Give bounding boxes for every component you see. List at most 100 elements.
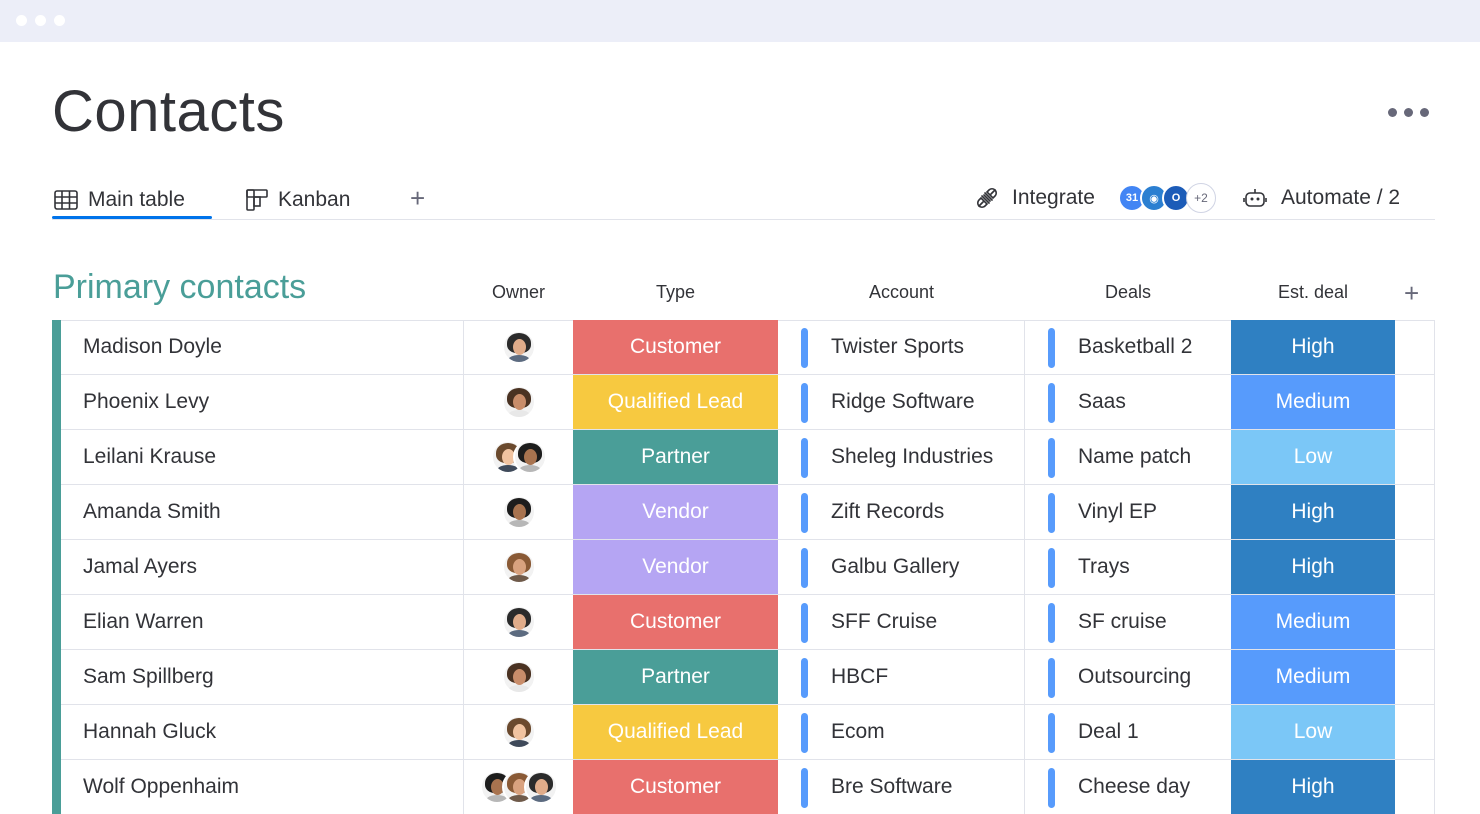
est-deal-status-cell[interactable]: High xyxy=(1231,540,1395,594)
account-cell[interactable]: HBCF xyxy=(778,650,1025,704)
account-cell[interactable]: Sheleg Industries xyxy=(778,430,1025,484)
deals-cell[interactable]: Name patch xyxy=(1025,430,1231,484)
window-dot-icon[interactable] xyxy=(35,15,46,26)
account-cell[interactable]: Zift Records xyxy=(778,485,1025,539)
account-cell[interactable]: Ecom xyxy=(778,705,1025,759)
owner-avatar xyxy=(501,385,536,419)
est-deal-status-cell[interactable]: Low xyxy=(1231,705,1395,759)
table-row[interactable]: Wolf Oppenhaim Customer Bre Software Cheese… xyxy=(61,760,1435,814)
deals-cell[interactable]: Trays xyxy=(1025,540,1231,594)
type-label: Qualified Lead xyxy=(607,720,744,743)
owner-avatars xyxy=(490,440,547,474)
deals-cell[interactable]: Cheese day xyxy=(1025,760,1231,814)
column-header-est-deal[interactable]: Est. deal xyxy=(1231,282,1395,303)
est-deal-status-cell[interactable]: High xyxy=(1231,760,1395,814)
account-cell[interactable]: Ridge Software xyxy=(778,375,1025,429)
column-header-deals[interactable]: Deals xyxy=(1025,282,1231,303)
table-row[interactable]: Jamal Ayers Vendor Galbu Gallery Trays High xyxy=(61,540,1435,595)
add-column-button[interactable]: + xyxy=(1404,278,1419,309)
owner-cell[interactable] xyxy=(464,760,573,814)
owner-cell[interactable] xyxy=(464,595,573,649)
contact-name-cell[interactable]: Elian Warren xyxy=(61,595,464,649)
owner-cell[interactable] xyxy=(464,650,573,704)
table-row[interactable]: Phoenix Levy Qualified Lead Ridge Software… xyxy=(61,375,1435,430)
contact-name-cell[interactable]: Amanda Smith xyxy=(61,485,464,539)
owner-cell[interactable] xyxy=(464,375,573,429)
type-status-cell[interactable]: Qualified Lead xyxy=(573,375,778,429)
account-cell[interactable]: Bre Software xyxy=(778,760,1025,814)
deals-cell[interactable]: SF cruise xyxy=(1025,595,1231,649)
contact-name-cell[interactable]: Phoenix Levy xyxy=(61,375,464,429)
column-header-owner[interactable]: Owner xyxy=(464,282,573,303)
automate-button[interactable]: Automate / 2 xyxy=(1243,182,1400,214)
contact-name: Madison Doyle xyxy=(83,335,222,358)
integration-apps[interactable]: 31 ◉ O +2 xyxy=(1118,182,1216,214)
table-row[interactable]: Hannah Gluck Qualified Lead Ecom Deal 1 Low xyxy=(61,705,1435,760)
account-cell[interactable]: SFF Cruise xyxy=(778,595,1025,649)
contact-name-cell[interactable]: Leilani Krause xyxy=(61,430,464,484)
owner-cell[interactable] xyxy=(464,320,573,374)
link-indicator xyxy=(801,493,808,533)
est-deal-label: Low xyxy=(1293,445,1333,468)
deals-cell[interactable]: Basketball 2 xyxy=(1025,320,1231,374)
table-row[interactable]: Amanda Smith Vendor Zift Records Vinyl EP Hi… xyxy=(61,485,1435,540)
contact-name-cell[interactable]: Jamal Ayers xyxy=(61,540,464,594)
est-deal-status-cell[interactable]: High xyxy=(1231,485,1395,539)
account-name: SFF Cruise xyxy=(831,610,938,633)
type-status-cell[interactable]: Customer xyxy=(573,760,778,814)
est-deal-status-cell[interactable]: Medium xyxy=(1231,650,1395,704)
account-name: Zift Records xyxy=(831,500,945,523)
table-row[interactable]: Leilani Krause Partner Sheleg Industries Na… xyxy=(61,430,1435,485)
type-status-cell[interactable]: Qualified Lead xyxy=(573,705,778,759)
type-status-cell[interactable]: Vendor xyxy=(573,485,778,539)
owner-cell[interactable] xyxy=(464,705,573,759)
account-cell[interactable]: Twister Sports xyxy=(778,320,1025,374)
owner-cell[interactable] xyxy=(464,485,573,539)
account-cell[interactable]: Galbu Gallery xyxy=(778,540,1025,594)
link-indicator xyxy=(1048,768,1055,808)
table-row[interactable]: Sam Spillberg Partner HBCF Outsourcing Mediu… xyxy=(61,650,1435,705)
more-options-icon[interactable] xyxy=(1388,108,1429,117)
owner-avatar xyxy=(501,550,536,584)
deal-name: SF cruise xyxy=(1078,610,1167,633)
add-view-button[interactable]: + xyxy=(410,183,425,214)
owner-avatars xyxy=(501,550,536,584)
est-deal-status-cell[interactable]: Medium xyxy=(1231,595,1395,649)
owner-cell[interactable] xyxy=(464,540,573,594)
type-status-cell[interactable]: Customer xyxy=(573,320,778,374)
account-name: Twister Sports xyxy=(831,335,965,358)
est-deal-status-cell[interactable]: Medium xyxy=(1231,375,1395,429)
deals-cell[interactable]: Outsourcing xyxy=(1025,650,1231,704)
est-deal-status-cell[interactable]: High xyxy=(1231,320,1395,374)
type-status-cell[interactable]: Vendor xyxy=(573,540,778,594)
deals-cell[interactable]: Saas xyxy=(1025,375,1231,429)
table-row[interactable]: Madison Doyle Customer Twister Sports Baske… xyxy=(61,320,1435,375)
contact-name-cell[interactable]: Wolf Oppenhaim xyxy=(61,760,464,814)
contact-name-cell[interactable]: Madison Doyle xyxy=(61,320,464,374)
type-status-cell[interactable]: Partner xyxy=(573,650,778,704)
deals-cell[interactable]: Deal 1 xyxy=(1025,705,1231,759)
table-row[interactable]: Elian Warren Customer SFF Cruise SF cruise M… xyxy=(61,595,1435,650)
account-name: HBCF xyxy=(831,665,889,688)
contact-name-cell[interactable]: Hannah Gluck xyxy=(61,705,464,759)
deal-name: Deal 1 xyxy=(1078,720,1139,743)
window-dot-icon[interactable] xyxy=(54,15,65,26)
tab-label: Main table xyxy=(88,188,185,211)
kanban-icon xyxy=(246,189,268,211)
tab-kanban[interactable]: Kanban xyxy=(246,182,350,218)
integrate-button[interactable]: Integrate xyxy=(974,182,1095,214)
automate-label: Automate / 2 xyxy=(1281,186,1401,209)
tab-main-table[interactable]: Main table xyxy=(54,182,185,218)
type-status-cell[interactable]: Partner xyxy=(573,430,778,484)
column-header-type[interactable]: Type xyxy=(573,282,778,303)
link-indicator xyxy=(801,383,808,423)
window-dot-icon[interactable] xyxy=(16,15,27,26)
column-header-account[interactable]: Account xyxy=(778,282,1025,303)
est-deal-status-cell[interactable]: Low xyxy=(1231,430,1395,484)
contact-name-cell[interactable]: Sam Spillberg xyxy=(61,650,464,704)
deals-cell[interactable]: Vinyl EP xyxy=(1025,485,1231,539)
owner-cell[interactable] xyxy=(464,430,573,484)
type-status-cell[interactable]: Customer xyxy=(573,595,778,649)
group-title[interactable]: Primary contacts xyxy=(53,268,306,307)
owner-avatar xyxy=(501,660,536,694)
